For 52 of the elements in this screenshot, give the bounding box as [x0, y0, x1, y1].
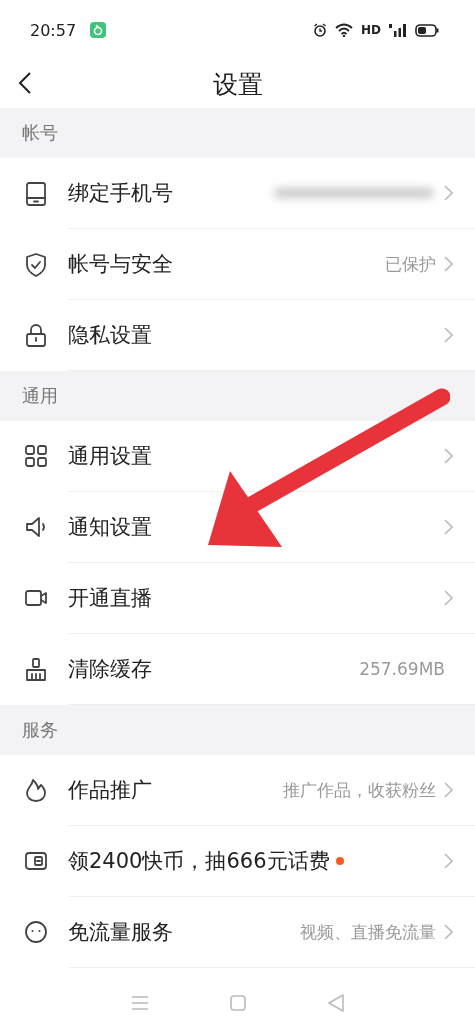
chevron-icon	[444, 327, 453, 343]
row-value: 推广作品，收获粉丝	[283, 778, 436, 802]
row-label: 免流量服务	[68, 919, 173, 946]
lock-icon	[24, 323, 48, 348]
alarm-icon	[313, 23, 327, 37]
row-label: 清除缓存	[68, 656, 152, 683]
back-icon	[18, 72, 32, 94]
shield-icon	[24, 252, 48, 277]
signal-icon	[389, 23, 407, 37]
home-icon[interactable]	[230, 994, 247, 1011]
row-label: 开通直播	[68, 585, 152, 612]
menu-icon[interactable]	[130, 995, 149, 1010]
settings-row[interactable]: 作品推广 推广作品，收获粉丝	[0, 755, 475, 826]
clock-time: 20:57	[30, 20, 77, 40]
chevron-icon	[444, 185, 453, 201]
brush-icon	[24, 657, 48, 682]
section-header: 通用	[0, 371, 475, 421]
settings-row[interactable]: 开通直播	[0, 563, 475, 634]
section-header: 帐号	[0, 108, 475, 158]
wifi-icon	[335, 23, 353, 37]
settings-row[interactable]: 领2400快币，抽666元话费	[0, 826, 475, 897]
chevron-icon	[444, 853, 453, 869]
settings-row[interactable]: 帐号与安全 已保护	[0, 229, 475, 300]
chevron-icon	[444, 782, 453, 798]
back-triangle-icon[interactable]	[328, 993, 345, 1012]
speaker-icon	[24, 515, 48, 540]
row-value: 视频、直播免流量	[300, 920, 436, 944]
row-label: 通知设置	[68, 514, 152, 541]
app-notification-icon	[90, 22, 107, 38]
flame-icon	[24, 778, 48, 803]
row-label: 帐号与安全	[68, 251, 173, 278]
settings-row[interactable]: 绑定手机号	[0, 158, 475, 229]
chevron-icon	[444, 448, 453, 464]
page-title: 设置	[212, 68, 263, 101]
grid-icon	[24, 444, 48, 469]
section-header: 服务	[0, 705, 475, 755]
row-value: 257.69MB	[359, 659, 445, 679]
chevron-icon	[444, 519, 453, 535]
phone-icon	[24, 181, 48, 206]
face-icon	[24, 920, 48, 945]
row-value: 已保护	[385, 252, 436, 276]
network-label: HD	[361, 23, 381, 37]
battery-icon	[415, 23, 439, 37]
row-label: 隐私设置	[68, 322, 152, 349]
row-label: 作品推广	[68, 777, 152, 804]
settings-row[interactable]: 免流量服务 视频、直播免流量	[0, 897, 475, 968]
chevron-icon	[444, 924, 453, 940]
row-label: 通用设置	[68, 443, 152, 470]
row-label: 绑定手机号	[68, 180, 173, 207]
row-label: 领2400快币，抽666元话费	[68, 848, 330, 875]
chevron-icon	[444, 256, 453, 272]
chevron-icon	[444, 590, 453, 606]
